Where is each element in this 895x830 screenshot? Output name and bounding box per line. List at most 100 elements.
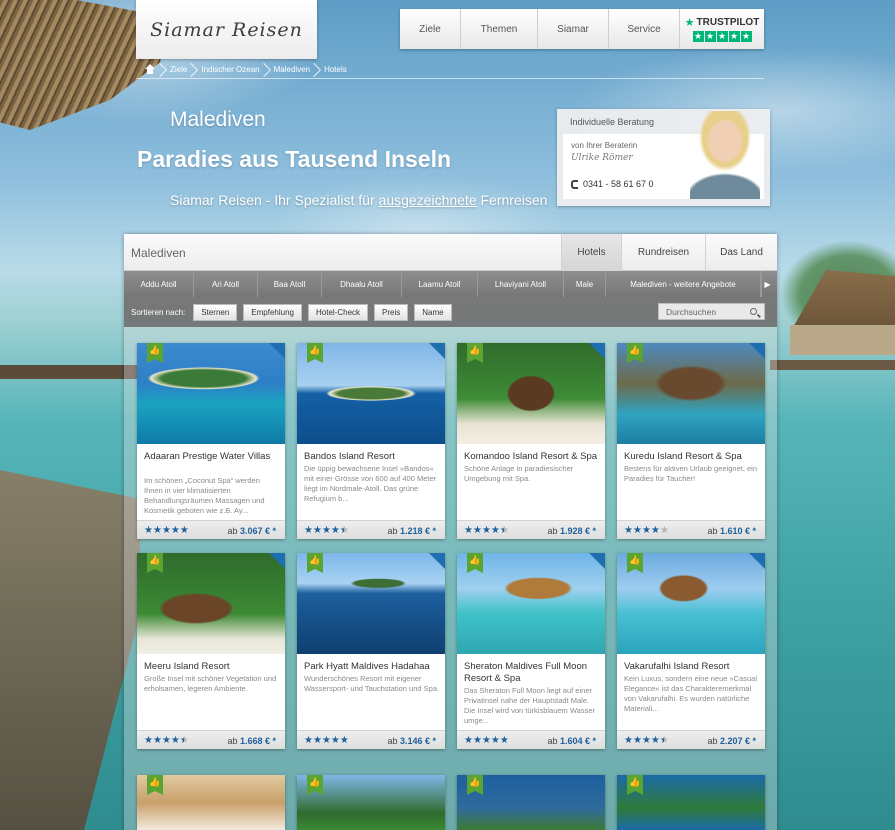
sort-by-hotel-check-button[interactable]: Hotel-Check — [308, 303, 369, 321]
site-logo[interactable]: Siamar Reisen — [136, 0, 317, 59]
sort-by-recommendation-button[interactable]: Empfehlung — [243, 303, 302, 321]
bookmark-corner-icon[interactable] — [269, 343, 285, 359]
region-filter-bar: Addu Atoll Ari Atoll Baa Atoll Dhaalu At… — [124, 271, 777, 297]
hotel-card[interactable]: 👍 — [617, 775, 765, 830]
price-value: 1.610 € * — [719, 526, 756, 536]
hotel-card[interactable]: 👍 Meeru Island Resort Große Insel mit schö… — [137, 553, 285, 749]
hotel-price[interactable]: ab 3.146 € * — [387, 736, 436, 746]
bookmark-corner-icon[interactable] — [749, 553, 765, 569]
star-icon: ★ — [624, 525, 633, 536]
hotel-price[interactable]: ab 1.604 € * — [547, 736, 596, 746]
star-icon: ★ — [481, 735, 491, 746]
jetty-right-decoration — [770, 360, 895, 370]
tagline-link[interactable]: ausgezeichnete — [379, 192, 477, 208]
region-laamu-atoll[interactable]: Laamu Atoll — [402, 271, 478, 297]
hotel-card[interactable]: 👍 — [297, 775, 445, 830]
advisor-phone[interactable]: 0341 - 58 61 67 0 — [571, 179, 654, 189]
hotel-name[interactable]: Kuredu Island Resort & Spa — [624, 451, 760, 463]
breadcrumb-item[interactable]: Indischer Ozean — [193, 62, 265, 78]
hotel-card[interactable]: 👍 Adaaran Prestige Water Villas Im schönen… — [137, 343, 285, 539]
hotel-rating: ★★★★★ — [464, 525, 509, 536]
hotel-card[interactable]: 👍 — [137, 775, 285, 830]
region-lhaviyani-atoll[interactable]: Lhaviyani Atoll — [478, 271, 564, 297]
hotel-name[interactable]: Komandoo Island Resort & Spa — [464, 451, 600, 463]
star-icon: ★ — [161, 525, 171, 536]
search-icon[interactable] — [750, 308, 757, 315]
tab-hotels[interactable]: Hotels — [561, 234, 621, 271]
hotel-name[interactable]: Sheraton Maldives Full Moon Resort & Spa — [464, 661, 600, 685]
nav-item-service[interactable]: Service — [609, 9, 680, 49]
nav-item-ziele[interactable]: Ziele — [400, 9, 461, 49]
hotel-card[interactable]: 👍 — [457, 775, 605, 830]
hotel-footer: ★★★★★ ab 1.928 € * — [457, 520, 605, 539]
tab-rundreisen[interactable]: Rundreisen — [621, 234, 705, 271]
hotel-rating: ★★★★★ — [304, 525, 349, 536]
hotel-price[interactable]: ab 1.928 € * — [547, 526, 596, 536]
star-icon: ★ — [716, 31, 728, 42]
advice-box[interactable]: Individuelle Beratung von Ihrer Berateri… — [557, 109, 770, 206]
hotel-rating: ★★★★★ — [304, 735, 349, 746]
star-icon: ★ — [464, 525, 473, 536]
tagline: Siamar Reisen - Ihr Spezialist für ausge… — [170, 192, 547, 208]
trustpilot-widget[interactable]: ★ TRUSTPILOT ★ ★ ★ ★ ★ — [680, 9, 764, 49]
region-dhaalu-atoll[interactable]: Dhaalu Atoll — [322, 271, 402, 297]
advice-card: von Ihrer Beraterin Ulrike Römer 0341 - … — [563, 111, 764, 199]
hotel-card[interactable]: 👍 Bandos Island Resort Die üppig bewachsen… — [297, 343, 445, 539]
hotel-name[interactable]: Park Hyatt Maldives Hadahaa — [304, 661, 440, 673]
hotel-card[interactable]: 👍 Vakarufalhi Island Resort Kein Luxus, so… — [617, 553, 765, 749]
star-icon: ★ — [330, 525, 340, 536]
hotel-card[interactable]: 👍 Sheraton Maldives Full Moon Resort & Sp… — [457, 553, 605, 749]
star-icon: ★ — [650, 735, 660, 746]
region-ari-atoll[interactable]: Ari Atoll — [194, 271, 258, 297]
advisor-name: Ulrike Römer — [571, 153, 633, 163]
breadcrumb-home[interactable] — [136, 62, 162, 78]
region-addu-atoll[interactable]: Addu Atoll — [124, 271, 194, 297]
price-value: 1.218 € * — [399, 526, 436, 536]
hotel-price[interactable]: ab 1.218 € * — [387, 526, 436, 536]
nav-item-themen[interactable]: Themen — [461, 9, 538, 49]
region-weitere-angebote[interactable]: Malediven - weitere Angebote — [606, 271, 761, 297]
star-icon: ★ — [632, 735, 642, 746]
hotel-name[interactable]: Bandos Island Resort — [304, 451, 440, 463]
bookmark-corner-icon[interactable] — [269, 553, 285, 569]
bookmark-corner-icon[interactable] — [589, 343, 605, 359]
search-input[interactable]: Durchsuchen — [658, 303, 765, 320]
hotel-price[interactable]: ab 1.668 € * — [227, 736, 276, 746]
hotel-card[interactable]: 👍 Park Hyatt Maldives Hadahaa Wunderschöne… — [297, 553, 445, 749]
star-icon: ★ — [152, 735, 162, 746]
hotel-price[interactable]: ab 3.067 € * — [227, 526, 276, 536]
bookmark-corner-icon[interactable] — [749, 343, 765, 359]
nav-item-siamar[interactable]: Siamar — [538, 9, 609, 49]
hotel-card[interactable]: 👍 Kuredu Island Resort & Spa Bestens für a… — [617, 343, 765, 539]
breadcrumb-item[interactable]: Ziele — [162, 62, 193, 78]
hotel-price[interactable]: ab 1.610 € * — [707, 526, 756, 536]
hotel-name[interactable]: Adaaran Prestige Water Villas — [144, 451, 280, 463]
hotel-description: Schöne Anlage in paradiesischer Umgebung… — [464, 464, 574, 483]
breadcrumb-item[interactable]: Malediven — [266, 62, 316, 78]
hotel-price[interactable]: ab 2.207 € * — [707, 736, 756, 746]
sort-label: Sortieren nach: — [131, 307, 186, 317]
region-male[interactable]: Male — [564, 271, 606, 297]
hotel-description: Große Insel mit schöner Vegetation und e… — [144, 674, 277, 693]
star-icon: ★ — [152, 525, 162, 536]
bookmark-corner-icon[interactable] — [429, 343, 445, 359]
star-icon: ★ — [144, 525, 153, 536]
star-icon: ★ — [632, 525, 642, 536]
region-baa-atoll[interactable]: Baa Atoll — [258, 271, 322, 297]
scroll-right-arrow-icon[interactable]: ▶ — [761, 271, 773, 297]
home-icon — [144, 64, 156, 75]
star-icon: ★ — [624, 735, 633, 746]
tab-das-land[interactable]: Das Land — [705, 234, 777, 271]
hotel-card[interactable]: 👍 Komandoo Island Resort & Spa Schöne Anla… — [457, 343, 605, 539]
hotel-name[interactable]: Meeru Island Resort — [144, 661, 280, 673]
price-value: 3.146 € * — [399, 736, 436, 746]
sort-by-name-button[interactable]: Name — [414, 303, 452, 321]
hotel-name[interactable]: Vakarufalhi Island Resort — [624, 661, 760, 673]
sort-by-stars-button[interactable]: Sternen — [193, 303, 238, 321]
star-icon: ★ — [704, 31, 716, 42]
bookmark-corner-icon[interactable] — [429, 553, 445, 569]
star-icon: ★ — [490, 735, 500, 746]
star-icon: ★ — [170, 525, 180, 536]
sort-by-price-button[interactable]: Preis — [374, 303, 409, 321]
bookmark-corner-icon[interactable] — [589, 553, 605, 569]
